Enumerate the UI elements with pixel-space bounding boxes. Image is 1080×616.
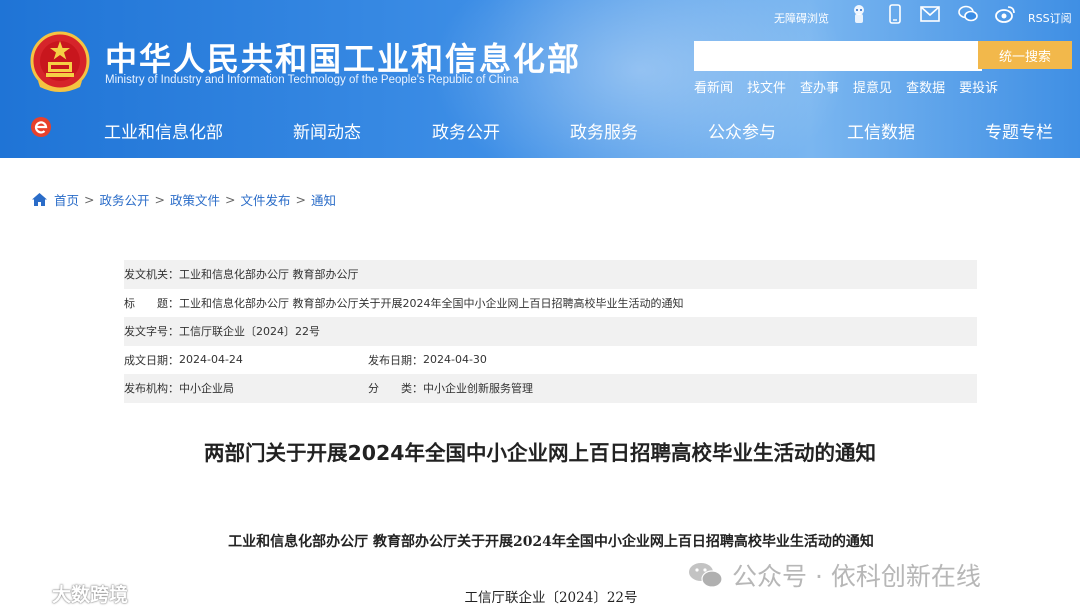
agency-value: 中小企业局 bbox=[179, 382, 234, 396]
nav-item-participation[interactable]: 公众参与 bbox=[708, 118, 776, 143]
wechat-watermark-icon bbox=[689, 563, 723, 588]
breadcrumb-separator: > bbox=[295, 192, 306, 207]
national-emblem-icon bbox=[30, 31, 90, 92]
nav-item-news[interactable]: 新闻动态 bbox=[293, 118, 361, 143]
title-value: 工业和信息化部办公厅 教育部办公厅关于开展2024年全国中小企业网上百日招聘高校… bbox=[179, 296, 684, 310]
created-label: 成文日期： bbox=[124, 353, 179, 367]
meta-row-dates: 成文日期： 2024-04-24 发布日期： 2024-04-30 bbox=[124, 346, 977, 375]
quick-link-services[interactable]: 查办事 bbox=[800, 77, 839, 96]
published-label: 发布日期： bbox=[368, 353, 423, 367]
meta-row-doc-no: 发文字号： 工信厅联企业〔2024〕22号 bbox=[124, 317, 977, 346]
issuer-value: 工业和信息化部办公厅 教育部办公厅 bbox=[179, 268, 359, 282]
search-input[interactable] bbox=[694, 41, 982, 71]
watermark-left: 大数跨境 bbox=[8, 580, 128, 607]
breadcrumb: 首页 > 政务公开 > 政策文件 > 文件发布 > 通知 bbox=[32, 190, 336, 209]
site-header: 中华人民共和国工业和信息化部 Ministry of Industry and … bbox=[0, 0, 1080, 158]
quick-link-files[interactable]: 找文件 bbox=[747, 77, 786, 96]
watermark-left-text: 大数跨境 bbox=[52, 584, 129, 606]
nav-item-services[interactable]: 政务服务 bbox=[570, 118, 638, 143]
watermark-logo-icon bbox=[8, 585, 45, 602]
breadcrumb-file-release[interactable]: 文件发布 bbox=[241, 190, 291, 209]
watermark-right: 公众号 · 依科创新在线 bbox=[686, 557, 981, 593]
gov-e-logo-icon[interactable] bbox=[30, 116, 52, 138]
search-button[interactable]: 统一搜索 bbox=[978, 41, 1072, 69]
quick-link-data[interactable]: 查数据 bbox=[906, 77, 945, 96]
nav-item-data[interactable]: 工信数据 bbox=[847, 118, 915, 143]
nav-item-miit[interactable]: 工业和信息化部 bbox=[104, 118, 223, 143]
meta-row-title: 标 题： 工业和信息化部办公厅 教育部办公厅关于开展2024年全国中小企业网上百… bbox=[124, 289, 977, 318]
meta-row-issuer: 发文机关： 工业和信息化部办公厅 教育部办公厅 bbox=[124, 260, 977, 289]
wechat-icon[interactable] bbox=[957, 3, 979, 25]
nav-item-topics[interactable]: 专题专栏 bbox=[985, 118, 1053, 143]
watermark-right-text: 公众号 · 依科创新在线 bbox=[732, 562, 981, 591]
mobile-icon[interactable] bbox=[884, 3, 906, 25]
category-cell: 分 类： 中小企业创新服务管理 bbox=[368, 380, 533, 396]
document-metadata-table: 发文机关： 工业和信息化部办公厅 教育部办公厅 标 题： 工业和信息化部办公厅 … bbox=[124, 260, 977, 403]
document-title: 两部门关于开展2024年全国中小企业网上百日招聘高校毕业生活动的通知 bbox=[203, 441, 877, 465]
meta-row-agency: 发布机构： 中小企业局 分 类： 中小企业创新服务管理 bbox=[124, 374, 977, 403]
robot-icon[interactable] bbox=[848, 3, 870, 25]
quick-link-news[interactable]: 看新闻 bbox=[694, 77, 733, 96]
main-nav: 工业和信息化部 新闻动态 政务公开 政务服务 公众参与 工信数据 专题专栏 bbox=[0, 108, 1080, 148]
agency-cell: 发布机构： 中小企业局 bbox=[124, 380, 234, 396]
published-date-cell: 发布日期： 2024-04-30 bbox=[368, 352, 487, 368]
rss-link[interactable]: RSS订阅 bbox=[1028, 7, 1072, 29]
nav-item-gov-affairs[interactable]: 政务公开 bbox=[432, 118, 500, 143]
title-label: 标 题： bbox=[124, 296, 179, 310]
published-value: 2024-04-30 bbox=[423, 353, 487, 367]
breadcrumb-gov-affairs[interactable]: 政务公开 bbox=[100, 190, 150, 209]
breadcrumb-notice[interactable]: 通知 bbox=[311, 190, 336, 209]
breadcrumb-separator: > bbox=[225, 192, 236, 207]
issuer-label: 发文机关： bbox=[124, 268, 179, 282]
category-label: 分 类： bbox=[368, 382, 423, 396]
quick-links: 看新闻 找文件 查办事 提意见 查数据 要投诉 bbox=[694, 77, 998, 96]
document-subtitle: 工业和信息化部办公厅 教育部办公厅关于开展2024年全国中小企业网上百日招聘高校… bbox=[228, 534, 874, 550]
breadcrumb-home[interactable]: 首页 bbox=[54, 190, 79, 209]
mail-icon[interactable] bbox=[919, 3, 941, 25]
agency-label: 发布机构： bbox=[124, 382, 179, 396]
quick-link-complaint[interactable]: 要投诉 bbox=[959, 77, 998, 96]
created-value: 2024-04-24 bbox=[179, 353, 243, 367]
breadcrumb-policy-files[interactable]: 政策文件 bbox=[170, 190, 220, 209]
category-value: 中小企业创新服务管理 bbox=[423, 382, 533, 396]
breadcrumb-separator: > bbox=[154, 192, 165, 207]
breadcrumb-separator: > bbox=[84, 192, 95, 207]
weibo-icon[interactable] bbox=[994, 3, 1016, 25]
doc-no-label: 发文字号： bbox=[124, 325, 179, 339]
created-date-cell: 成文日期： 2024-04-24 bbox=[124, 352, 243, 368]
site-subtitle: Ministry of Industry and Information Tec… bbox=[105, 74, 519, 86]
accessibility-link[interactable]: 无障碍浏览 bbox=[774, 7, 829, 29]
home-icon bbox=[32, 193, 47, 206]
quick-link-feedback[interactable]: 提意见 bbox=[853, 77, 892, 96]
doc-no-value: 工信厅联企业〔2024〕22号 bbox=[179, 325, 320, 339]
